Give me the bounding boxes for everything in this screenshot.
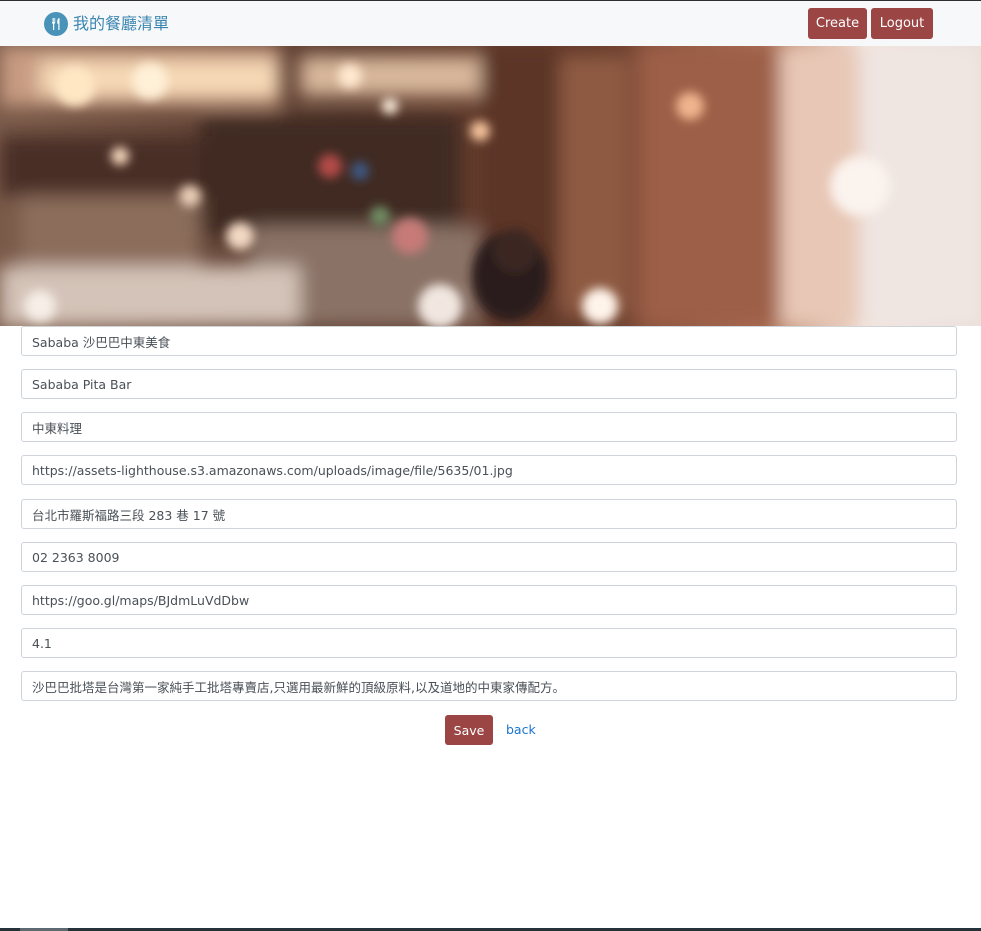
google-map-input[interactable] [21,585,957,615]
brand-title: 我的餐廳清單 [73,14,170,33]
rating-input[interactable] [21,628,957,658]
location-input[interactable] [21,499,957,529]
save-button[interactable]: Save [445,715,493,745]
image-url-input[interactable] [21,455,957,485]
utensils-icon [44,12,68,36]
create-button[interactable]: Create [808,8,867,39]
restaurant-english-name-input[interactable] [21,369,957,399]
phone-input[interactable] [21,542,957,572]
navbar: 我的餐廳清單 Create Logout [0,1,981,46]
brand[interactable]: 我的餐廳清單 [44,11,169,37]
hero-banner-image [0,46,981,326]
logout-button[interactable]: Logout [871,8,933,39]
description-input[interactable] [21,671,957,701]
category-input[interactable] [21,412,957,442]
back-link[interactable]: back [506,715,536,745]
restaurant-name-input[interactable] [21,326,957,356]
